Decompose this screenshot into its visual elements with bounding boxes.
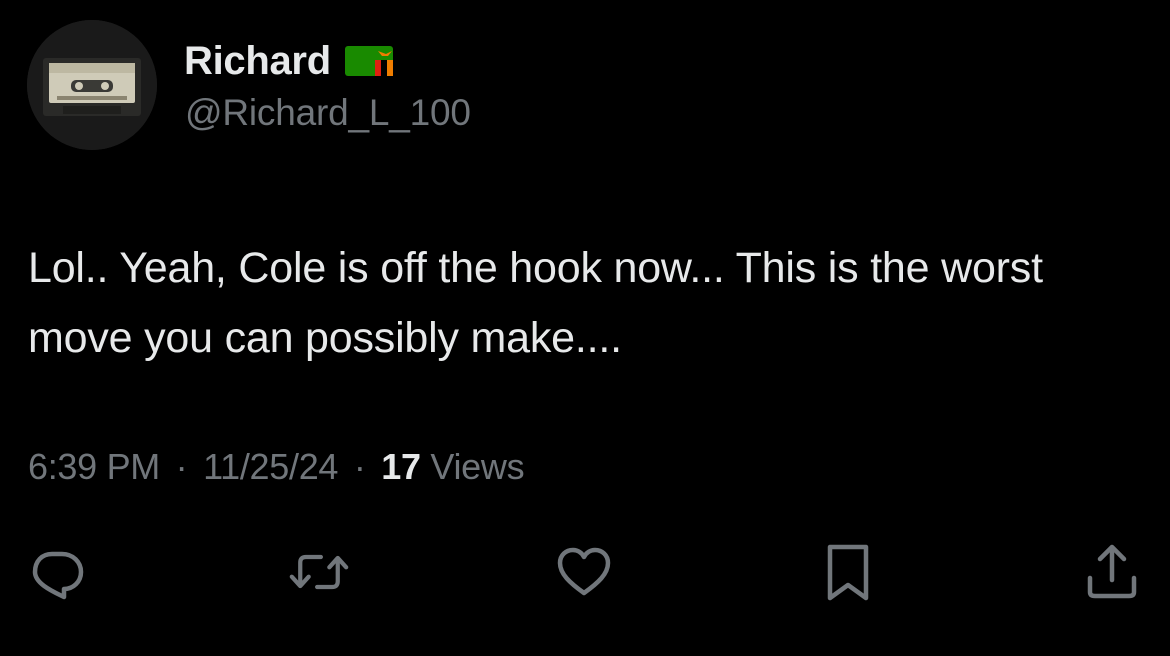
tweet-time[interactable]: 6:39 PM xyxy=(28,446,160,487)
share-icon xyxy=(1087,544,1137,599)
avatar[interactable] xyxy=(27,20,157,150)
views-count: 17 xyxy=(381,446,421,487)
bookmark-icon xyxy=(827,544,869,601)
reply-button[interactable] xyxy=(28,542,88,602)
meta-separator: · xyxy=(175,446,188,487)
reply-icon xyxy=(32,551,84,600)
tweet-meta: 6:39 PM · 11/25/24 · 17 Views xyxy=(28,446,525,488)
heart-icon xyxy=(557,547,611,596)
views-label: Views xyxy=(430,446,525,487)
tweet-date[interactable]: 11/25/24 xyxy=(203,446,338,487)
cassette-tape-avatar-icon xyxy=(27,20,157,150)
like-button[interactable] xyxy=(554,542,614,602)
repost-button[interactable] xyxy=(289,542,349,602)
bookmark-button[interactable] xyxy=(818,542,878,602)
author-display-name[interactable]: Richard xyxy=(184,39,331,84)
author-handle[interactable]: @Richard_L_100 xyxy=(185,92,471,134)
author-name-row: Richard xyxy=(184,38,393,84)
zambia-flag-icon xyxy=(344,44,393,78)
repost-icon xyxy=(289,554,349,590)
tweet-text: Lol.. Yeah, Cole is off the hook now... … xyxy=(28,244,1043,362)
meta-separator: · xyxy=(353,446,366,487)
share-button[interactable] xyxy=(1082,542,1142,602)
